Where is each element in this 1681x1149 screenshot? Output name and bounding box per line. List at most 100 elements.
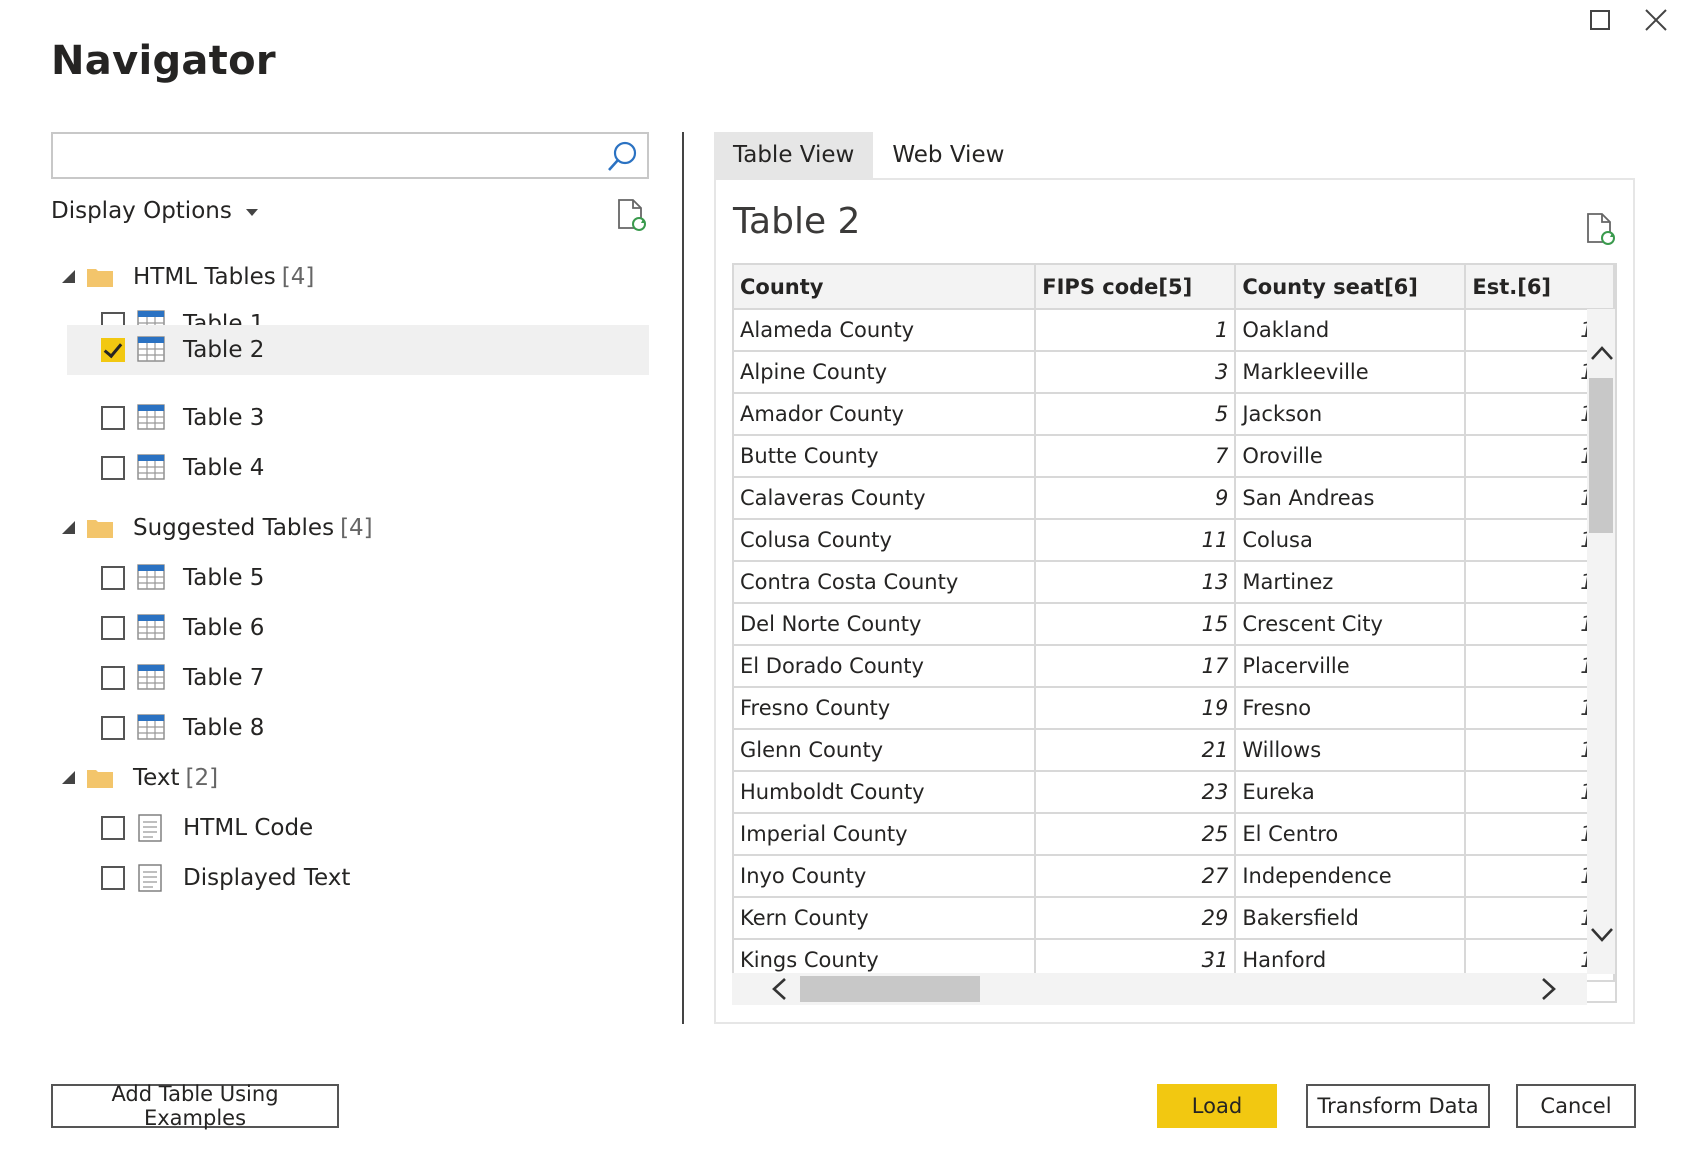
column-header-est[interactable]: Est.[6] [1465, 265, 1615, 310]
scroll-down-button[interactable] [1590, 926, 1614, 948]
add-table-using-examples-button[interactable]: Add Table Using Examples [51, 1082, 339, 1130]
tree-item-table-8[interactable]: Table 8 [0, 703, 660, 753]
transform-data-button[interactable]: Transform Data [1306, 1084, 1490, 1128]
cell-county[interactable]: Butte County [734, 435, 1037, 478]
cell-county[interactable]: Del Norte County [734, 603, 1037, 646]
expand-triangle-icon[interactable] [62, 521, 75, 534]
cell-fips-code[interactable]: 3 [1035, 351, 1237, 394]
cell-fips-code[interactable]: 21 [1035, 729, 1237, 772]
tab-table-view[interactable]: Table View [714, 132, 874, 178]
cell-fips-code[interactable]: 15 [1035, 603, 1237, 646]
cell-fips-code[interactable]: 29 [1035, 897, 1237, 940]
checkbox[interactable] [101, 616, 125, 640]
cell-fips-code[interactable]: 9 [1035, 477, 1237, 520]
cell-county[interactable]: Glenn County [734, 729, 1037, 772]
load-button[interactable]: Load [1157, 1084, 1277, 1128]
cell-county-seat[interactable]: Oakland [1235, 309, 1467, 352]
table-row[interactable]: Alpine County3Markleeville18 [734, 351, 1615, 394]
checkbox[interactable] [101, 456, 125, 480]
table-row[interactable]: Del Norte County15Crescent City18 [734, 603, 1615, 646]
search-box[interactable] [51, 132, 649, 179]
table-row[interactable]: Inyo County27Independence18 [734, 855, 1615, 898]
tree-item-table-2[interactable]: Table 2 [67, 325, 649, 375]
tree-item-table-4[interactable]: Table 4 [0, 443, 660, 493]
cell-county[interactable]: Imperial County [734, 813, 1037, 856]
table-row[interactable]: Glenn County21Willows18 [734, 729, 1615, 772]
cell-fips-code[interactable]: 11 [1035, 519, 1237, 562]
checkbox[interactable] [101, 566, 125, 590]
cell-county[interactable]: Contra Costa County [734, 561, 1037, 604]
cell-county-seat[interactable]: Eureka [1235, 771, 1467, 814]
scroll-right-button[interactable] [1540, 977, 1558, 1005]
cell-county-seat[interactable]: Fresno [1235, 687, 1467, 730]
table-row[interactable]: Imperial County25El Centro19 [734, 813, 1615, 856]
tree-folder-text[interactable]: Text [2] [0, 753, 660, 803]
table-row[interactable]: Kern County29Bakersfield18 [734, 897, 1615, 940]
vertical-scroll-thumb[interactable] [1589, 378, 1613, 533]
cell-fips-code[interactable]: 19 [1035, 687, 1237, 730]
checkbox-checked[interactable] [101, 338, 125, 362]
cancel-button[interactable]: Cancel [1516, 1084, 1636, 1128]
table-row[interactable]: Calaveras County9San Andreas18 [734, 477, 1615, 520]
cell-fips-code[interactable]: 7 [1035, 435, 1237, 478]
tab-web-view[interactable]: Web View [873, 132, 1023, 178]
expand-triangle-icon[interactable] [62, 270, 75, 283]
table-row[interactable]: Humboldt County23Eureka18 [734, 771, 1615, 814]
table-row[interactable]: Butte County7Oroville18 [734, 435, 1615, 478]
column-header-fips[interactable]: FIPS code[5] [1035, 265, 1237, 310]
pane-divider[interactable] [682, 132, 684, 1024]
cell-county-seat[interactable]: Oroville [1235, 435, 1467, 478]
table-row[interactable]: Colusa County11Colusa18 [734, 519, 1615, 562]
cell-county-seat[interactable]: Crescent City [1235, 603, 1467, 646]
cell-county-seat[interactable]: Jackson [1235, 393, 1467, 436]
cell-fips-code[interactable]: 25 [1035, 813, 1237, 856]
cell-county[interactable]: Kern County [734, 897, 1037, 940]
table-row[interactable]: Contra Costa County13Martinez18 [734, 561, 1615, 604]
tree-folder-html-tables[interactable]: HTML Tables [4] [0, 252, 660, 302]
tree-item-html-code[interactable]: HTML Code [0, 803, 660, 853]
scroll-up-button[interactable] [1590, 344, 1614, 366]
display-options-dropdown[interactable]: Display Options [51, 198, 258, 224]
checkbox[interactable] [101, 816, 125, 840]
tree-item-table-3[interactable]: Table 3 [0, 393, 660, 443]
tree-item-displayed-text[interactable]: Displayed Text [0, 853, 660, 903]
cell-county[interactable]: El Dorado County [734, 645, 1037, 688]
cell-county-seat[interactable]: Willows [1235, 729, 1467, 772]
tree-item-table-7[interactable]: Table 7 [0, 653, 660, 703]
cell-county-seat[interactable]: San Andreas [1235, 477, 1467, 520]
cell-fips-code[interactable]: 23 [1035, 771, 1237, 814]
cell-fips-code[interactable]: 17 [1035, 645, 1237, 688]
cell-fips-code[interactable]: 5 [1035, 393, 1237, 436]
tree-item-table-5[interactable]: Table 5 [0, 553, 660, 603]
checkbox[interactable] [101, 716, 125, 740]
cell-fips-code[interactable]: 1 [1035, 309, 1237, 352]
cell-county-seat[interactable]: Bakersfield [1235, 897, 1467, 940]
column-header-county-seat[interactable]: County seat[6] [1235, 265, 1467, 310]
close-button[interactable] [1631, 0, 1681, 40]
cell-county[interactable]: Calaveras County [734, 477, 1037, 520]
cell-county-seat[interactable]: Markleeville [1235, 351, 1467, 394]
tree-folder-suggested-tables[interactable]: Suggested Tables [4] [0, 503, 660, 553]
cell-county-seat[interactable]: Martinez [1235, 561, 1467, 604]
horizontal-scroll-thumb[interactable] [800, 976, 980, 1002]
preview-refresh-button[interactable] [1585, 212, 1617, 250]
cell-fips-code[interactable]: 27 [1035, 855, 1237, 898]
column-header-county[interactable]: County [734, 265, 1037, 310]
search-input[interactable] [59, 136, 603, 178]
maximize-button[interactable] [1575, 0, 1625, 40]
cell-county-seat[interactable]: El Centro [1235, 813, 1467, 856]
cell-county[interactable]: Colusa County [734, 519, 1037, 562]
cell-county[interactable]: Alameda County [734, 309, 1037, 352]
checkbox[interactable] [101, 866, 125, 890]
scroll-left-button[interactable] [770, 977, 788, 1005]
tree-item-table-6[interactable]: Table 6 [0, 603, 660, 653]
cell-county-seat[interactable]: Independence [1235, 855, 1467, 898]
table-row[interactable]: Alameda County1Oakland18 [734, 309, 1615, 352]
cell-fips-code[interactable]: 13 [1035, 561, 1237, 604]
checkbox[interactable] [101, 406, 125, 430]
cell-county[interactable]: Amador County [734, 393, 1037, 436]
cell-county[interactable]: Inyo County [734, 855, 1037, 898]
cell-county[interactable]: Alpine County [734, 351, 1037, 394]
table-row[interactable]: Fresno County19Fresno18 [734, 687, 1615, 730]
cell-county[interactable]: Fresno County [734, 687, 1037, 730]
